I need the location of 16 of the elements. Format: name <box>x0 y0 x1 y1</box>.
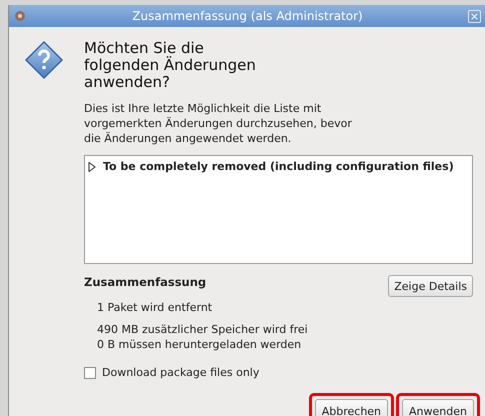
checkbox-label[interactable]: Download package files only <box>102 366 260 379</box>
change-group[interactable]: To be completely removed (including configuration files) <box>103 160 454 173</box>
expand-arrow-icon[interactable] <box>88 162 96 172</box>
cancel-button[interactable]: Abbrechen <box>314 399 388 416</box>
apply-button[interactable]: Anwenden <box>402 399 474 416</box>
question-icon <box>24 40 64 80</box>
summary-title: Zusammenfassung <box>84 275 208 290</box>
summary-line: 1 Paket wird entfernt <box>97 300 214 315</box>
description-text: Dies ist Ihre letzte Möglichkeit die Liste mit vorgemerkten Änderungen durchzusehen, bevor die Änderungen angewendet werden. <box>84 101 353 146</box>
checkbox[interactable] <box>84 366 96 378</box>
app-icon <box>13 9 27 23</box>
summary-line: 0 B müssen heruntergeladen werden <box>97 337 302 352</box>
window-title: Zusammenfassung (als Administrator) <box>131 9 364 23</box>
summary-line: 490 MB zusätzlicher Speicher wird frei <box>97 322 308 337</box>
details-button[interactable]: Zeige Details <box>388 275 473 297</box>
dialog-heading: Möchten Sie die folgenden Änderungen anwenden? <box>84 40 257 91</box>
